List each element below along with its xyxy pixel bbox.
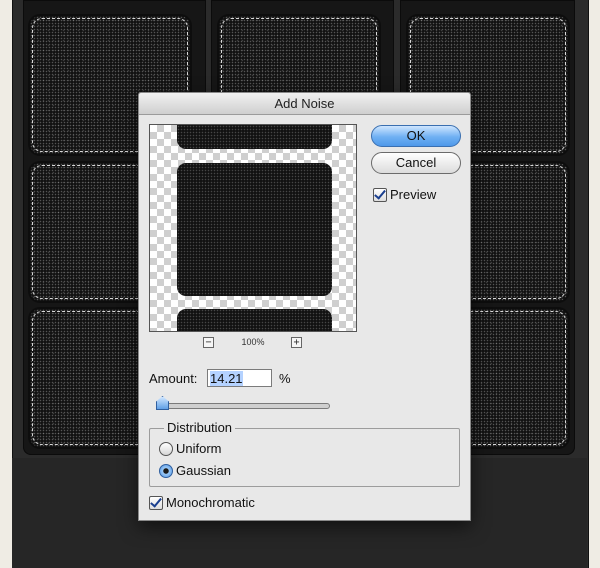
zoom-out-icon[interactable]: −	[203, 337, 214, 348]
zoom-level: 100%	[241, 337, 265, 347]
preview-tile	[177, 309, 332, 331]
dialog-title: Add Noise	[139, 93, 470, 115]
filter-preview[interactable]	[149, 124, 357, 332]
uniform-radio[interactable]	[159, 442, 173, 456]
preview-checkbox[interactable]	[373, 188, 387, 202]
preview-tile	[177, 163, 332, 296]
cancel-button[interactable]: Cancel	[371, 152, 461, 174]
preview-tile	[177, 125, 332, 149]
amount-value: 14.21	[210, 371, 243, 386]
ok-button[interactable]: OK	[371, 125, 461, 147]
zoom-controls: − 100% +	[203, 337, 303, 351]
amount-label: Amount:	[149, 371, 198, 386]
distribution-title: Distribution	[164, 420, 236, 435]
monochromatic-label: Monochromatic	[166, 495, 255, 510]
uniform-label: Uniform	[176, 441, 222, 456]
amount-slider-track[interactable]	[161, 403, 330, 409]
distribution-group	[149, 428, 460, 487]
add-noise-dialog: Add Noise − 100% + OK Cancel Preview Amo…	[138, 92, 471, 521]
zoom-in-icon[interactable]: +	[291, 337, 302, 348]
gaussian-label: Gaussian	[176, 463, 231, 478]
gaussian-radio[interactable]	[159, 464, 173, 478]
amount-unit: %	[279, 371, 291, 386]
amount-input[interactable]: 14.21	[207, 369, 272, 387]
slider-thumb-icon[interactable]	[156, 396, 169, 410]
preview-label: Preview	[390, 187, 437, 202]
monochromatic-checkbox[interactable]	[149, 496, 163, 510]
